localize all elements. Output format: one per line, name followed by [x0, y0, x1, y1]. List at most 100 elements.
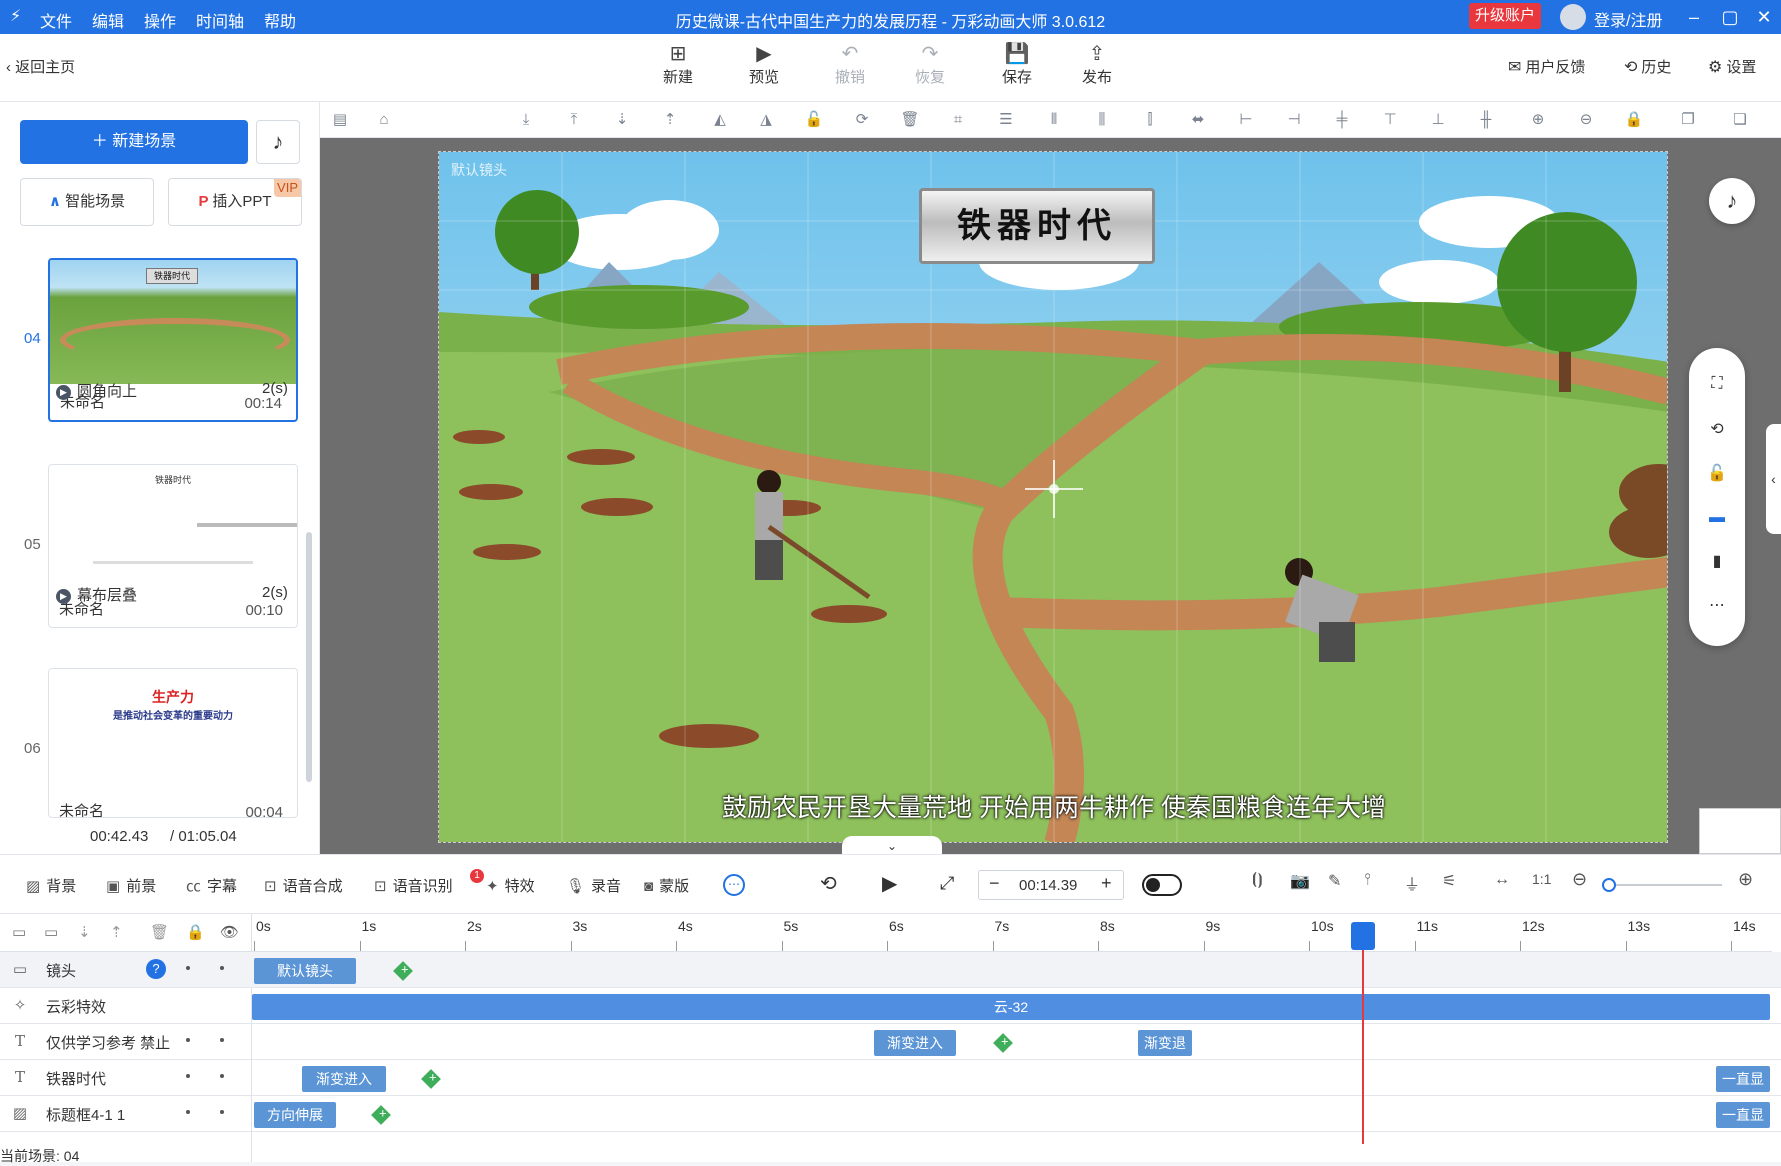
zoom-out-icon[interactable]: ⊖	[1572, 869, 1587, 890]
collapse-panel-button[interactable]: ‹	[1766, 424, 1781, 534]
visibility-dot[interactable]	[186, 966, 190, 970]
timeline-clip[interactable]: 渐变进入	[302, 1066, 386, 1092]
background-button[interactable]: ▨ 背景	[26, 875, 76, 896]
track-row[interactable]: ▭ 镜头 ? 默认镜头	[0, 952, 1781, 988]
lock-icon[interactable]: 🔓	[1707, 464, 1727, 484]
track-row[interactable]: T 铁器时代 渐变进入 一直显	[0, 1060, 1781, 1096]
back-home-link[interactable]: ‹ 返回主页	[6, 56, 75, 77]
visibility-dot[interactable]	[186, 1038, 190, 1042]
collapse-timeline-button[interactable]: ⌄	[842, 836, 942, 856]
toggle-switch[interactable]	[1142, 874, 1182, 896]
add-keyframe-icon[interactable]	[993, 1033, 1013, 1053]
avatar[interactable]	[1560, 4, 1586, 30]
split-icon[interactable]: ⫯	[1364, 871, 1371, 889]
caption-button[interactable]: ㏄字幕	[186, 875, 237, 896]
playhead[interactable]	[1362, 922, 1364, 1144]
add-keyframe-icon[interactable]	[393, 961, 413, 981]
eye-icon[interactable]: 👁	[220, 923, 239, 941]
align-bottom-edge-icon[interactable]: ⊥	[1428, 111, 1448, 129]
move-up-icon[interactable]: ⇡	[110, 923, 123, 941]
timeline-clip[interactable]: 一直显	[1716, 1066, 1770, 1092]
lock-dot[interactable]	[220, 1038, 224, 1042]
timeline-clip[interactable]: 一直显	[1716, 1102, 1770, 1128]
add-folder-icon[interactable]: ▭	[44, 923, 58, 941]
redo-button[interactable]: ↷ 恢复	[900, 42, 960, 87]
save-button[interactable]: 💾 保存	[987, 42, 1047, 87]
move-down-icon[interactable]: ⇣	[78, 923, 91, 941]
timeline-clip[interactable]: 渐变退	[1138, 1030, 1192, 1056]
play-icon[interactable]: ▶	[882, 871, 897, 896]
one-to-one-icon[interactable]: 1:1	[1532, 871, 1551, 887]
scene-scrollbar[interactable]	[306, 532, 312, 782]
lock-icon[interactable]: 🔓	[804, 111, 824, 129]
speech-synthesis-button[interactable]: ⊡ 语音合成	[264, 875, 343, 896]
align-right-icon[interactable]: ⊣	[1284, 111, 1304, 129]
folder-icon[interactable]: ▭	[12, 923, 26, 941]
copy-icon[interactable]: ❐	[1678, 111, 1698, 129]
lock-dot[interactable]	[220, 1110, 224, 1114]
timeline-clip[interactable]: 渐变进入	[874, 1030, 956, 1056]
camera-frame-icon[interactable]: ⦗⦘	[1252, 871, 1263, 889]
track-row[interactable]: ✧ 云彩特效 云-32	[0, 988, 1781, 1024]
smart-scene-button[interactable]: ∧ 智能场景	[20, 178, 154, 226]
more-icon[interactable]: ⋯	[1707, 596, 1727, 616]
lock-dot[interactable]	[220, 966, 224, 970]
new-button[interactable]: ⊞ 新建	[648, 42, 708, 87]
close-icon[interactable]: ✕	[1752, 5, 1776, 29]
align-middle-icon[interactable]: ⫼	[1092, 111, 1112, 129]
distribute-horizontal-icon[interactable]: ⦀	[1044, 111, 1064, 129]
timeline-clip[interactable]: 默认镜头	[254, 958, 356, 984]
timeline-clip[interactable]: 方向伸展	[254, 1102, 336, 1128]
plus-icon[interactable]: +	[1101, 873, 1112, 894]
flip-horizontal-icon[interactable]: ◭	[710, 111, 730, 129]
move-down-icon[interactable]: ⇣	[612, 111, 632, 129]
edit-icon[interactable]: ✎	[1328, 871, 1341, 891]
align-bottom-icon[interactable]: ⤓	[516, 111, 536, 129]
phone-icon[interactable]: ▮	[1707, 552, 1727, 572]
minus-icon[interactable]: −	[989, 873, 1000, 894]
flip-vertical-icon[interactable]: ◮	[756, 111, 776, 129]
zoom-slider-handle[interactable]	[1602, 878, 1616, 892]
fullscreen-icon[interactable]: ⤢	[940, 873, 954, 894]
music-button[interactable]: ♪	[256, 120, 300, 164]
help-icon[interactable]: ?	[146, 959, 166, 979]
new-scene-button[interactable]: ＋ 新建场景	[20, 120, 248, 164]
adjust-icon[interactable]: ⚟	[1442, 871, 1456, 891]
foreground-button[interactable]: ▣ 前景	[106, 875, 156, 896]
rotate-camera-icon[interactable]: ⟲	[1707, 420, 1727, 440]
playhead-handle[interactable]	[1351, 922, 1375, 950]
center-vertical-icon[interactable]: ╪	[1332, 111, 1352, 129]
lock-icon[interactable]: 🔒	[186, 923, 205, 941]
subtitle-text[interactable]: 鼓励农民开垦大量荒地 开始用两牛耕作 使秦国粮食连年大增	[439, 788, 1667, 824]
mask-button[interactable]: ◙ 蒙版	[644, 875, 689, 896]
filter-icon[interactable]: ⏚	[1404, 871, 1420, 895]
fit-screen-icon[interactable]: ⛶	[1707, 374, 1727, 394]
align-center-icon[interactable]: ⫿	[1140, 111, 1160, 129]
stage-canvas[interactable]: 默认镜头 铁器时代 鼓励农民开垦大量荒地 开始用两牛耕作 使秦国粮食连年大增	[438, 151, 1668, 843]
replay-icon[interactable]: ⟲	[820, 871, 837, 896]
time-ruler[interactable]: 0s 1s 2s 3s 4s 5s 6s 7s 8s 9s 10s 11s 12s 13s 14s	[252, 914, 1772, 952]
distribute-vertical-icon[interactable]: ☰	[996, 111, 1016, 129]
time-value[interactable]: 00:14.39	[1019, 877, 1077, 894]
minimap[interactable]	[1699, 808, 1781, 854]
paste-icon[interactable]: ❏	[1730, 111, 1750, 129]
speech-recognition-button[interactable]: ⊡ 语音识别	[374, 875, 453, 896]
rotate-icon[interactable]: ⟳	[852, 111, 872, 129]
history-button[interactable]: ⟲ 历史	[1624, 56, 1671, 77]
record-button[interactable]: 🎙 录音	[566, 875, 621, 896]
background-music-button[interactable]: ♪	[1709, 178, 1755, 224]
fit-width-icon[interactable]: ↔	[1494, 871, 1510, 889]
align-top-edge-icon[interactable]: ⊤	[1380, 111, 1400, 129]
transition-item[interactable]: ▶ 圆角向上	[56, 380, 137, 401]
login-link[interactable]: 登录/注册	[1594, 7, 1662, 31]
publish-button[interactable]: ⇪ 发布	[1067, 42, 1127, 87]
align-top-icon[interactable]: ⤒	[564, 111, 584, 129]
minimize-icon[interactable]: –	[1682, 5, 1706, 29]
track-row[interactable]: ▨ 标题框4-1 1 方向伸展 一直显	[0, 1096, 1781, 1132]
settings-button[interactable]: ⚙ 设置	[1708, 56, 1756, 77]
zoom-in-icon[interactable]: ⊕	[1528, 111, 1548, 129]
monitor-icon[interactable]: ▬	[1707, 508, 1727, 528]
home-icon[interactable]: ⌂	[374, 111, 394, 129]
timeline-clip[interactable]: 云-32	[252, 994, 1770, 1020]
more-tools-button[interactable]: ⋯	[723, 874, 745, 896]
